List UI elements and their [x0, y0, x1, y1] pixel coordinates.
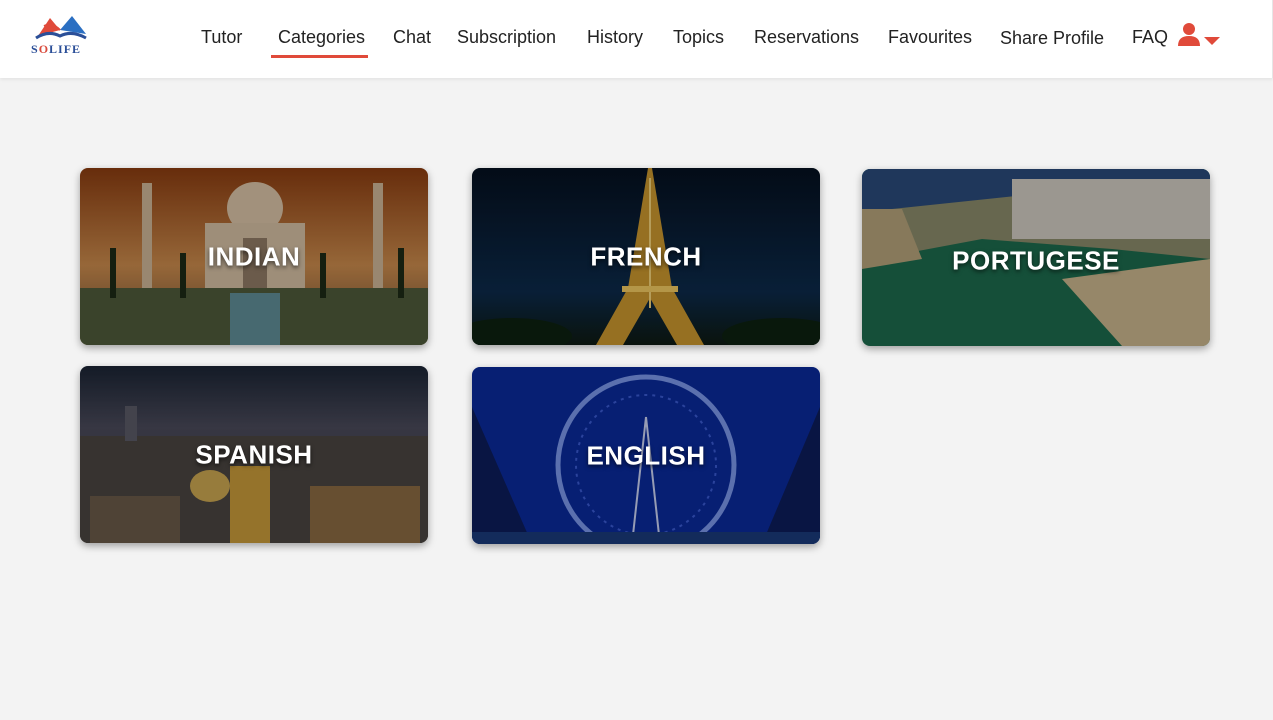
logo-text: SOLIFE: [31, 42, 82, 56]
category-label: FRENCH: [590, 241, 702, 271]
nav-categories[interactable]: Categories: [270, 26, 369, 58]
nav-history[interactable]: History: [587, 26, 643, 48]
category-card-english[interactable]: ENGLISH: [472, 367, 820, 544]
top-navbar: SOLIFE Tutor Categories Chat Subscriptio…: [0, 0, 1273, 78]
category-card-portugese[interactable]: PORTUGESE: [862, 169, 1210, 346]
solife-logo[interactable]: SOLIFE: [30, 12, 92, 58]
category-label: PORTUGESE: [952, 245, 1120, 276]
nav-favourites[interactable]: Favourites: [888, 26, 972, 48]
nav-reservations[interactable]: Reservations: [754, 26, 859, 48]
category-label: ENGLISH: [586, 440, 706, 470]
category-card-spanish[interactable]: SPANISH: [80, 366, 428, 543]
user-icon: [1178, 23, 1200, 46]
nav-tutor[interactable]: Tutor: [201, 26, 242, 48]
user-menu[interactable]: [1177, 22, 1223, 50]
nav-faq[interactable]: FAQ: [1132, 26, 1168, 48]
category-label: SPANISH: [195, 439, 313, 469]
nav-topics[interactable]: Topics: [673, 26, 724, 48]
category-card-indian[interactable]: INDIAN: [80, 168, 428, 345]
nav-share-profile[interactable]: Share Profile: [1000, 27, 1104, 49]
nav-subscription[interactable]: Subscription: [457, 26, 556, 48]
caret-down-icon: [1204, 37, 1220, 45]
nav-chat[interactable]: Chat: [393, 26, 431, 48]
book-logo-icon: [35, 16, 87, 40]
category-label: INDIAN: [207, 241, 301, 271]
category-card-french[interactable]: FRENCH: [472, 168, 820, 345]
